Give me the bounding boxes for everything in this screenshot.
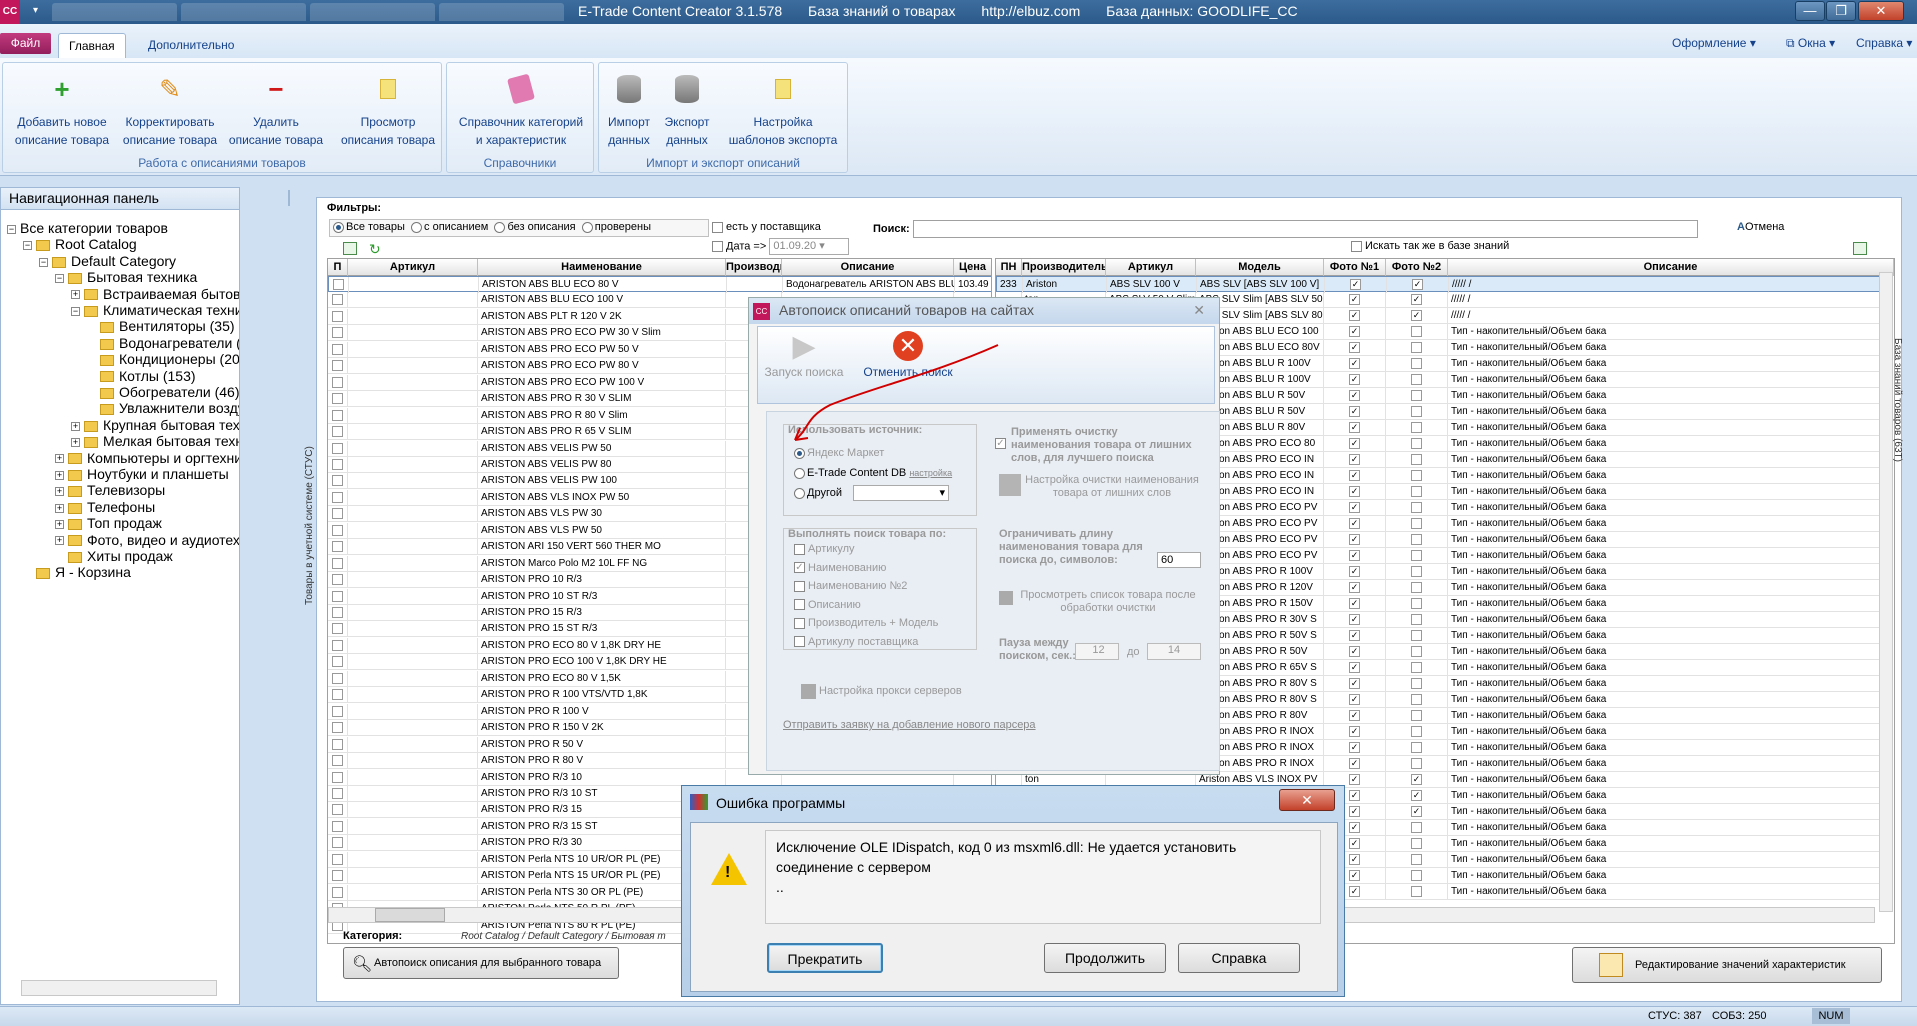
error-title-bar: Ошибка программы	[682, 786, 1344, 818]
error-dialog: Ошибка программы ✕ ! Исключение OLE IDis…	[681, 785, 1345, 997]
error-body: ! Исключение OLE IDispatch, код 0 из msx…	[690, 822, 1338, 992]
error-close-button[interactable]: ✕	[1279, 789, 1335, 811]
stop-button[interactable]: Прекратить	[767, 943, 883, 973]
error-message-line-3: ..	[776, 879, 784, 895]
help-button[interactable]: Справка	[1178, 943, 1300, 973]
error-message-line-2: соединение с сервером	[776, 859, 931, 875]
status-bar: СТУС: 387 СОБЗ: 250 NUM	[0, 1006, 1917, 1026]
status-stus: СТУС: 387	[1648, 1010, 1702, 1022]
error-message: Исключение OLE IDispatch, код 0 из msxml…	[765, 830, 1321, 924]
error-title: Ошибка программы	[716, 795, 846, 811]
warning-mark: !	[725, 864, 731, 881]
error-message-line-1: Исключение OLE IDispatch, код 0 из msxml…	[776, 839, 1237, 855]
status-num: NUM	[1812, 1008, 1850, 1024]
status-sobz: СОБЗ: 250	[1712, 1010, 1767, 1022]
arrow-line	[794, 344, 999, 441]
continue-button[interactable]: Продолжить	[1044, 943, 1166, 973]
error-app-icon	[690, 794, 708, 810]
